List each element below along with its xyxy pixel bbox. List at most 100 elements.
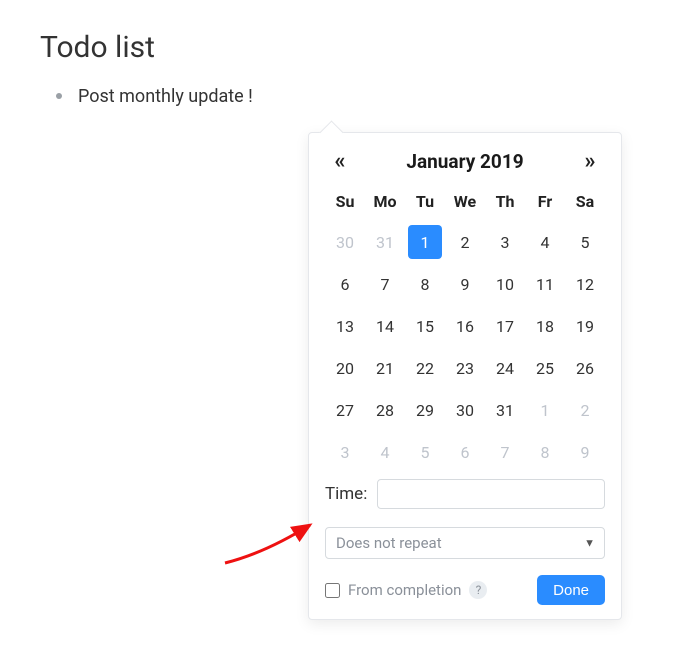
calendar-day-number: 6 — [341, 275, 350, 294]
calendar-day-number: 7 — [501, 443, 510, 462]
calendar-day[interactable]: 7 — [365, 263, 405, 305]
calendar-day[interactable]: 19 — [565, 305, 605, 347]
calendar-day[interactable]: 28 — [365, 389, 405, 431]
calendar-day[interactable]: 8 — [525, 431, 565, 473]
calendar-day[interactable]: 8 — [405, 263, 445, 305]
calendar-day-number: 4 — [381, 443, 390, 462]
calendar-day[interactable]: 20 — [325, 347, 365, 389]
next-month-button[interactable]: » — [575, 149, 605, 174]
calendar-day-number: 31 — [496, 401, 514, 420]
weekday-header: We — [445, 184, 485, 221]
weekday-header: Sa — [565, 184, 605, 221]
time-row: Time: — [325, 479, 605, 509]
calendar-day-number: 9 — [461, 275, 470, 294]
calendar-day-number: 6 — [461, 443, 470, 462]
calendar-day[interactable]: 24 — [485, 347, 525, 389]
calendar-day[interactable]: 26 — [565, 347, 605, 389]
from-completion-wrap: From completion ? — [325, 581, 487, 599]
calendar-day[interactable]: 10 — [485, 263, 525, 305]
calendar-day-number: 25 — [536, 359, 554, 378]
weekday-header: Mo — [365, 184, 405, 221]
calendar-day-number: 1 — [541, 401, 550, 420]
calendar-day[interactable]: 18 — [525, 305, 565, 347]
calendar-day[interactable]: 23 — [445, 347, 485, 389]
calendar-day-number: 2 — [461, 233, 470, 252]
weekday-header: Th — [485, 184, 525, 221]
calendar-day-number: 28 — [376, 401, 394, 420]
repeat-select[interactable]: Does not repeat — [325, 527, 605, 559]
todo-list: Post monthly update ! — [40, 83, 640, 112]
calendar-day-number: 8 — [421, 275, 430, 294]
from-completion-checkbox[interactable] — [325, 583, 340, 598]
calendar-day[interactable]: 16 — [445, 305, 485, 347]
calendar-day-number: 5 — [581, 233, 590, 252]
calendar-day[interactable]: 4 — [365, 431, 405, 473]
calendar-day[interactable]: 6 — [325, 263, 365, 305]
calendar-day[interactable]: 25 — [525, 347, 565, 389]
page-title: Todo list — [40, 30, 640, 65]
prev-month-button[interactable]: « — [325, 149, 355, 174]
calendar-day[interactable]: 27 — [325, 389, 365, 431]
calendar-day[interactable]: 1 — [405, 221, 445, 263]
calendar-day-number: 24 — [496, 359, 514, 378]
calendar-day[interactable]: 29 — [405, 389, 445, 431]
calendar-day[interactable]: 2 — [565, 389, 605, 431]
calendar-day-number: 22 — [416, 359, 434, 378]
calendar-day-number: 17 — [496, 317, 514, 336]
calendar-day[interactable]: 6 — [445, 431, 485, 473]
calendar-day[interactable]: 12 — [565, 263, 605, 305]
time-input[interactable] — [377, 479, 605, 509]
picker-footer: From completion ? Done — [325, 575, 605, 605]
weekday-header: Su — [325, 184, 365, 221]
list-item[interactable]: Post monthly update ! — [56, 83, 640, 112]
calendar-day[interactable]: 9 — [445, 263, 485, 305]
calendar-day[interactable]: 14 — [365, 305, 405, 347]
calendar-day[interactable]: 11 — [525, 263, 565, 305]
repeat-select-value: Does not repeat — [336, 534, 442, 552]
calendar-day-number: 26 — [576, 359, 594, 378]
calendar-day[interactable]: 31 — [365, 221, 405, 263]
repeat-select-wrap: Does not repeat ▼ — [325, 527, 605, 559]
calendar-day[interactable]: 3 — [325, 431, 365, 473]
calendar-day[interactable]: 5 — [565, 221, 605, 263]
calendar-day-number: 19 — [576, 317, 594, 336]
calendar-day[interactable]: 5 — [405, 431, 445, 473]
calendar-day-number: 13 — [336, 317, 354, 336]
weekday-header: Tu — [405, 184, 445, 221]
calendar-day[interactable]: 4 — [525, 221, 565, 263]
weekday-header: Fr — [525, 184, 565, 221]
help-icon[interactable]: ? — [469, 581, 487, 599]
calendar-day-number: 2 — [581, 401, 590, 420]
calendar-day[interactable]: 22 — [405, 347, 445, 389]
calendar-day-number: 5 — [421, 443, 430, 462]
calendar-day-number: 10 — [496, 275, 514, 294]
annotation-arrow-icon — [220, 508, 320, 568]
calendar-day-number: 14 — [376, 317, 394, 336]
calendar-day-number: 20 — [336, 359, 354, 378]
done-button[interactable]: Done — [537, 575, 605, 605]
calendar-day[interactable]: 21 — [365, 347, 405, 389]
calendar-day-number: 21 — [376, 359, 394, 378]
calendar-day[interactable]: 1 — [525, 389, 565, 431]
calendar-day-number: 7 — [381, 275, 390, 294]
calendar-day-number: 12 — [576, 275, 594, 294]
calendar-day-number: 31 — [376, 233, 394, 252]
calendar-grid: SuMoTuWeThFrSa30311234567891011121314151… — [325, 184, 605, 473]
calendar-day[interactable]: 15 — [405, 305, 445, 347]
calendar-day[interactable]: 3 — [485, 221, 525, 263]
calendar-day[interactable]: 30 — [325, 221, 365, 263]
month-title[interactable]: January 2019 — [355, 150, 575, 173]
calendar-day-number: 9 — [581, 443, 590, 462]
calendar-day[interactable]: 2 — [445, 221, 485, 263]
time-label: Time: — [325, 484, 367, 504]
calendar-day[interactable]: 13 — [325, 305, 365, 347]
calendar-day[interactable]: 9 — [565, 431, 605, 473]
calendar-day[interactable]: 7 — [485, 431, 525, 473]
date-picker-popover: « January 2019 » SuMoTuWeThFrSa303112345… — [308, 132, 622, 620]
calendar-day[interactable]: 31 — [485, 389, 525, 431]
calendar-day[interactable]: 30 — [445, 389, 485, 431]
calendar-day-number: 30 — [456, 401, 474, 420]
todo-item-text: Post monthly update ! — [78, 86, 253, 107]
calendar-day-number: 30 — [336, 233, 354, 252]
calendar-day[interactable]: 17 — [485, 305, 525, 347]
